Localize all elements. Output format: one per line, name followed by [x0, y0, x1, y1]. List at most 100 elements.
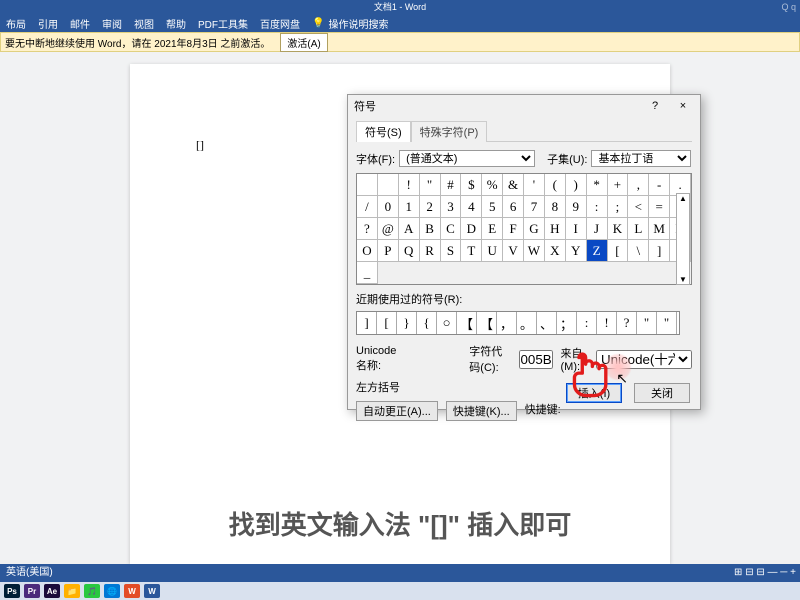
symbol-cell[interactable]: E: [482, 218, 503, 240]
recent-symbol-cell[interactable]: ；: [557, 312, 577, 334]
tab-pdf[interactable]: PDF工具集: [198, 16, 248, 31]
tab-view[interactable]: 视图: [134, 16, 154, 31]
symbol-cell[interactable]: D: [461, 218, 482, 240]
recent-symbol-cell[interactable]: !: [597, 312, 617, 334]
taskbar-icon[interactable]: W: [124, 584, 140, 598]
taskbar-icon[interactable]: 🎵: [84, 584, 100, 598]
close-button[interactable]: 关闭: [634, 383, 690, 403]
activate-button[interactable]: 激活(A): [280, 33, 327, 52]
symbol-cell[interactable]: X: [545, 240, 566, 262]
tab-baidu[interactable]: 百度网盘: [260, 16, 300, 31]
help-search[interactable]: 💡 操作说明搜索: [312, 16, 388, 31]
symbol-cell[interactable]: A: [399, 218, 420, 240]
recent-symbol-cell[interactable]: 。: [517, 312, 537, 334]
symbol-cell[interactable]: ": [420, 174, 441, 196]
symbol-cell[interactable]: C: [441, 218, 462, 240]
symbol-grid[interactable]: !"#$%&'()*+,-./0123456789:;<=>?@ABCDEFGH…: [356, 173, 692, 285]
grid-scrollbar[interactable]: ▲ ▼: [676, 193, 690, 285]
tab-layout[interactable]: 布局: [6, 16, 26, 31]
taskbar-icon[interactable]: Pr: [24, 584, 40, 598]
recent-symbol-cell[interactable]: ": [637, 312, 657, 334]
tab-references[interactable]: 引用: [38, 16, 58, 31]
symbol-cell[interactable]: 6: [503, 196, 524, 218]
tab-review[interactable]: 审阅: [102, 16, 122, 31]
symbol-cell[interactable]: H: [545, 218, 566, 240]
recent-symbol-cell[interactable]: [: [377, 312, 397, 334]
symbol-cell[interactable]: W: [524, 240, 545, 262]
recent-symbol-cell[interactable]: ○: [437, 312, 457, 334]
symbol-cell[interactable]: ?: [357, 218, 378, 240]
symbol-cell[interactable]: 5: [482, 196, 503, 218]
taskbar-icon[interactable]: 📁: [64, 584, 80, 598]
symbol-cell[interactable]: 7: [524, 196, 545, 218]
recent-symbol-cell[interactable]: 【: [477, 312, 497, 334]
symbol-cell[interactable]: ': [524, 174, 545, 196]
symbol-cell[interactable]: M: [649, 218, 670, 240]
symbol-cell[interactable]: (: [545, 174, 566, 196]
symbol-cell[interactable]: 8: [545, 196, 566, 218]
symbol-cell[interactable]: *: [587, 174, 608, 196]
tab-mail[interactable]: 邮件: [70, 16, 90, 31]
symbol-cell[interactable]: [378, 174, 399, 196]
help-icon[interactable]: ?: [644, 100, 666, 112]
symbol-cell[interactable]: [357, 174, 378, 196]
symbol-cell[interactable]: $: [461, 174, 482, 196]
recent-symbol-cell[interactable]: 【: [457, 312, 477, 334]
symbol-cell[interactable]: 3: [441, 196, 462, 218]
symbol-cell[interactable]: J: [587, 218, 608, 240]
symbol-cell[interactable]: O: [357, 240, 378, 262]
symbol-cell[interactable]: ): [566, 174, 587, 196]
scroll-up-icon[interactable]: ▲: [679, 194, 687, 203]
autocorrect-button[interactable]: 自动更正(A)...: [356, 401, 438, 421]
tab-special-chars[interactable]: 特殊字符(P): [411, 121, 488, 142]
taskbar[interactable]: PsPrAe📁🎵🌐WW: [0, 582, 800, 600]
symbol-cell[interactable]: :: [587, 196, 608, 218]
symbol-cell[interactable]: I: [566, 218, 587, 240]
symbol-cell[interactable]: 4: [461, 196, 482, 218]
symbol-cell[interactable]: Y: [566, 240, 587, 262]
tab-symbols[interactable]: 符号(S): [356, 121, 411, 142]
symbol-cell[interactable]: L: [628, 218, 649, 240]
recent-symbol-cell[interactable]: :: [577, 312, 597, 334]
symbol-cell[interactable]: Z: [587, 240, 608, 262]
symbol-cell[interactable]: [: [608, 240, 629, 262]
symbol-cell[interactable]: ;: [608, 196, 629, 218]
symbol-cell[interactable]: 9: [566, 196, 587, 218]
recent-symbol-cell[interactable]: 、: [537, 312, 557, 334]
symbol-cell[interactable]: Q: [399, 240, 420, 262]
status-language[interactable]: 英语(美国): [6, 567, 53, 578]
symbol-cell[interactable]: ]: [649, 240, 670, 262]
symbol-cell[interactable]: 1: [399, 196, 420, 218]
symbol-cell[interactable]: ,: [628, 174, 649, 196]
symbol-cell[interactable]: P: [378, 240, 399, 262]
symbol-cell[interactable]: R: [420, 240, 441, 262]
shortcut-key-button[interactable]: 快捷键(K)...: [446, 401, 517, 421]
symbol-cell[interactable]: 0: [378, 196, 399, 218]
close-icon[interactable]: ×: [672, 100, 694, 112]
char-code-input[interactable]: [519, 350, 553, 369]
symbol-cell[interactable]: #: [441, 174, 462, 196]
dialog-titlebar[interactable]: 符号 ? ×: [348, 95, 700, 117]
symbol-cell[interactable]: !: [399, 174, 420, 196]
taskbar-icon[interactable]: W: [144, 584, 160, 598]
recent-symbol-cell[interactable]: {: [417, 312, 437, 334]
symbol-cell[interactable]: /: [357, 196, 378, 218]
symbol-cell[interactable]: 2: [420, 196, 441, 218]
symbol-cell[interactable]: _: [357, 262, 378, 284]
symbol-cell[interactable]: B: [420, 218, 441, 240]
recent-symbol-cell[interactable]: ?: [617, 312, 637, 334]
symbol-cell[interactable]: V: [503, 240, 524, 262]
symbol-cell[interactable]: F: [503, 218, 524, 240]
symbol-cell[interactable]: -: [649, 174, 670, 196]
symbol-cell[interactable]: <: [628, 196, 649, 218]
symbol-cell[interactable]: +: [608, 174, 629, 196]
symbol-cell[interactable]: U: [482, 240, 503, 262]
taskbar-icon[interactable]: 🌐: [104, 584, 120, 598]
symbol-cell[interactable]: &: [503, 174, 524, 196]
symbol-cell[interactable]: =: [649, 196, 670, 218]
recent-symbol-cell[interactable]: ": [657, 312, 677, 334]
symbol-cell[interactable]: @: [378, 218, 399, 240]
symbol-cell[interactable]: K: [608, 218, 629, 240]
status-view-controls[interactable]: ⊞ ⊟ ⊟ — ─ +: [734, 564, 796, 582]
symbol-cell[interactable]: S: [441, 240, 462, 262]
